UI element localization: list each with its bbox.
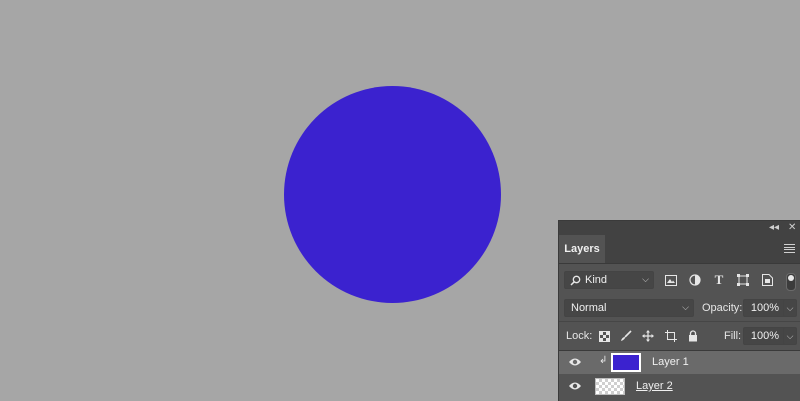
visibility-eye-icon[interactable]	[568, 356, 582, 368]
blend-row: Normal ⌵ Opacity: 100% ⌵	[559, 295, 800, 322]
type-filter-icon[interactable]: T	[712, 272, 726, 287]
kind-filter-select[interactable]: Kind ⌵	[564, 271, 654, 289]
blend-mode-select[interactable]: Normal ⌵	[564, 299, 694, 317]
blue-circle-shape[interactable]	[284, 86, 501, 303]
tab-layers[interactable]: Layers	[559, 235, 605, 263]
lock-row: Lock: Fill: 100% ⌵	[559, 322, 800, 351]
layers-panel: ◂◂ ✕ Layers Kind ⌵ T Normal ⌵ Opacity: 1…	[558, 220, 800, 401]
layer-1-name[interactable]: Layer 1	[652, 356, 689, 368]
layer-2-name[interactable]: Layer 2	[636, 380, 673, 392]
image-filter-icon[interactable]	[664, 273, 678, 287]
opacity-dropdown-button[interactable]: ⌵	[783, 299, 797, 317]
chevron-down-icon: ⌵	[682, 302, 689, 312]
fill-dropdown-button[interactable]: ⌵	[783, 327, 797, 345]
blend-mode-label: Normal	[571, 302, 607, 314]
layer-2-thumbnail[interactable]	[595, 378, 625, 395]
layer-filter-row: Kind ⌵ T	[559, 266, 800, 294]
lock-label: Lock:	[566, 330, 593, 342]
smart-object-filter-icon[interactable]	[760, 273, 774, 287]
panel-menu-icon[interactable]	[784, 244, 795, 253]
lock-artboard-icon[interactable]	[664, 329, 678, 343]
adjustment-filter-icon[interactable]	[688, 273, 702, 287]
lock-all-icon[interactable]	[686, 329, 700, 343]
filter-toggle-switch[interactable]	[786, 273, 796, 291]
fill-label: Fill:	[724, 330, 742, 342]
clipping-mask-icon: ↲	[599, 355, 608, 366]
panel-title-bar: ◂◂ ✕	[559, 221, 800, 235]
lock-image-pixels-icon[interactable]	[619, 329, 633, 343]
layer-row-layer-2[interactable]: Layer 2	[559, 375, 800, 398]
collapse-panel-icon[interactable]: ◂◂	[769, 222, 779, 234]
opacity-label: Opacity:	[702, 302, 743, 314]
layer-1-thumbnail[interactable]	[611, 353, 641, 372]
fill-field[interactable]: 100%	[743, 327, 787, 345]
layer-row-layer-1[interactable]: ↲ Layer 1	[559, 351, 800, 374]
shape-filter-icon[interactable]	[736, 273, 750, 287]
lock-position-icon[interactable]	[641, 329, 655, 343]
close-panel-icon[interactable]: ✕	[788, 222, 796, 234]
kind-filter-label: Kind	[585, 274, 608, 286]
opacity-field[interactable]: 100%	[743, 299, 787, 317]
chevron-down-icon: ⌵	[642, 274, 649, 284]
panel-tab-bar: Layers	[559, 235, 800, 264]
visibility-eye-icon[interactable]	[568, 380, 582, 392]
lock-transparent-pixels-icon[interactable]	[597, 329, 611, 343]
search-icon	[570, 275, 581, 286]
